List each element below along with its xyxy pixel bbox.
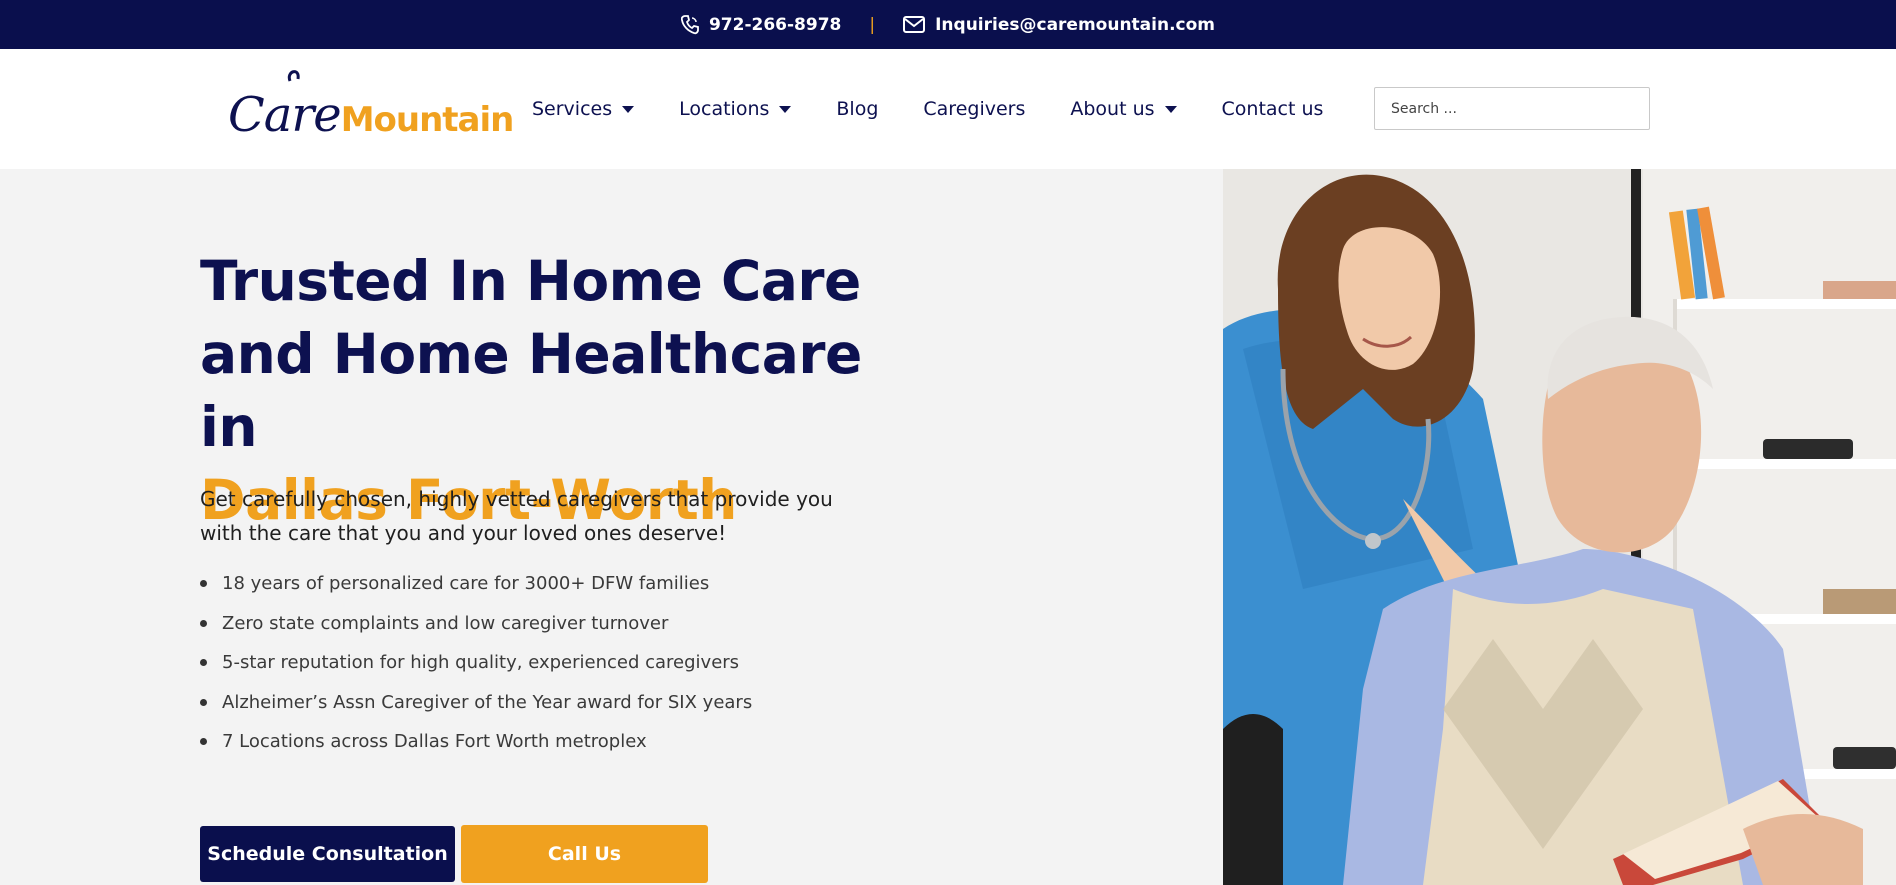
bullet-icon <box>200 738 207 746</box>
feature-list: 18 years of personalized care for 3000+ … <box>200 564 752 762</box>
nav-item-about-us[interactable]: About us <box>1070 98 1177 120</box>
phone-number[interactable]: 972-266-8978 <box>709 15 841 35</box>
email-link[interactable]: Inquiries@caremountain.com <box>903 15 1215 35</box>
nav-label: About us <box>1070 98 1155 120</box>
phone-link[interactable]: 972-266-8978 <box>680 14 841 35</box>
nav-item-caregivers[interactable]: Caregivers <box>923 98 1025 120</box>
caret-down-icon <box>622 105 635 113</box>
schedule-consultation-button[interactable]: Schedule Consultation <box>200 826 455 882</box>
list-item-text: 18 years of personalized care for 3000+ … <box>222 573 710 595</box>
bullet-icon <box>200 698 207 706</box>
nav-label: Contact us <box>1221 98 1324 120</box>
call-us-button[interactable]: Call Us <box>461 825 708 883</box>
list-item: 7 Locations across Dallas Fort Worth met… <box>200 722 752 762</box>
email-address[interactable]: Inquiries@caremountain.com <box>935 15 1215 35</box>
list-item: Zero state complaints and low caregiver … <box>200 604 752 644</box>
hero-section: Trusted In Home Care and Home Healthcare… <box>0 169 1896 885</box>
nav-item-contact-us[interactable]: Contact us <box>1222 98 1324 120</box>
nav-label: Locations <box>679 98 770 120</box>
nav-label: Caregivers <box>923 98 1026 120</box>
nav-label: Services <box>532 98 613 120</box>
bullet-icon <box>200 619 207 627</box>
list-item: 18 years of personalized care for 3000+ … <box>200 564 752 604</box>
nav-item-locations[interactable]: Locations <box>679 98 792 120</box>
logo-part-mountain: Mountain <box>340 100 515 140</box>
hero-photo-caregiver-with-senior <box>1223 169 1896 885</box>
hero-title-line-2: and Home Healthcare in <box>200 322 862 459</box>
top-contact-bar: 972-266-8978 | Inquiries@caremountain.co… <box>0 0 1896 49</box>
caret-down-icon <box>1164 105 1177 113</box>
site-header: CareMountain Services Locations Blog Car… <box>0 49 1896 169</box>
list-item: 5-star reputation for high quality, expe… <box>200 643 752 683</box>
nav-label: Blog <box>836 98 879 120</box>
nav-item-blog[interactable]: Blog <box>836 98 878 120</box>
list-item-text: 7 Locations across Dallas Fort Worth met… <box>222 731 647 753</box>
caremountain-logo[interactable]: CareMountain <box>228 69 514 149</box>
nav-item-services[interactable]: Services <box>532 98 635 120</box>
list-item-text: Alzheimer’s Assn Caregiver of the Year a… <box>222 691 753 713</box>
list-item: Alzheimer’s Assn Caregiver of the Year a… <box>200 683 752 723</box>
hero-title-line-1: Trusted In Home Care <box>200 249 861 313</box>
caret-down-icon <box>779 105 792 113</box>
phone-icon <box>680 14 699 35</box>
envelope-icon <box>903 16 926 33</box>
list-item-text: Zero state complaints and low caregiver … <box>222 612 669 634</box>
logo-part-care: Care <box>228 87 342 143</box>
bullet-icon <box>200 659 207 667</box>
hero-subtitle: Get carefully chosen, highly vetted care… <box>200 487 833 545</box>
main-nav: Services Locations Blog Caregivers About… <box>532 49 1368 169</box>
list-item-text: 5-star reputation for high quality, expe… <box>222 652 740 674</box>
topbar-separator: | <box>869 14 876 35</box>
search-input[interactable] <box>1374 87 1650 130</box>
bullet-icon <box>200 580 207 588</box>
